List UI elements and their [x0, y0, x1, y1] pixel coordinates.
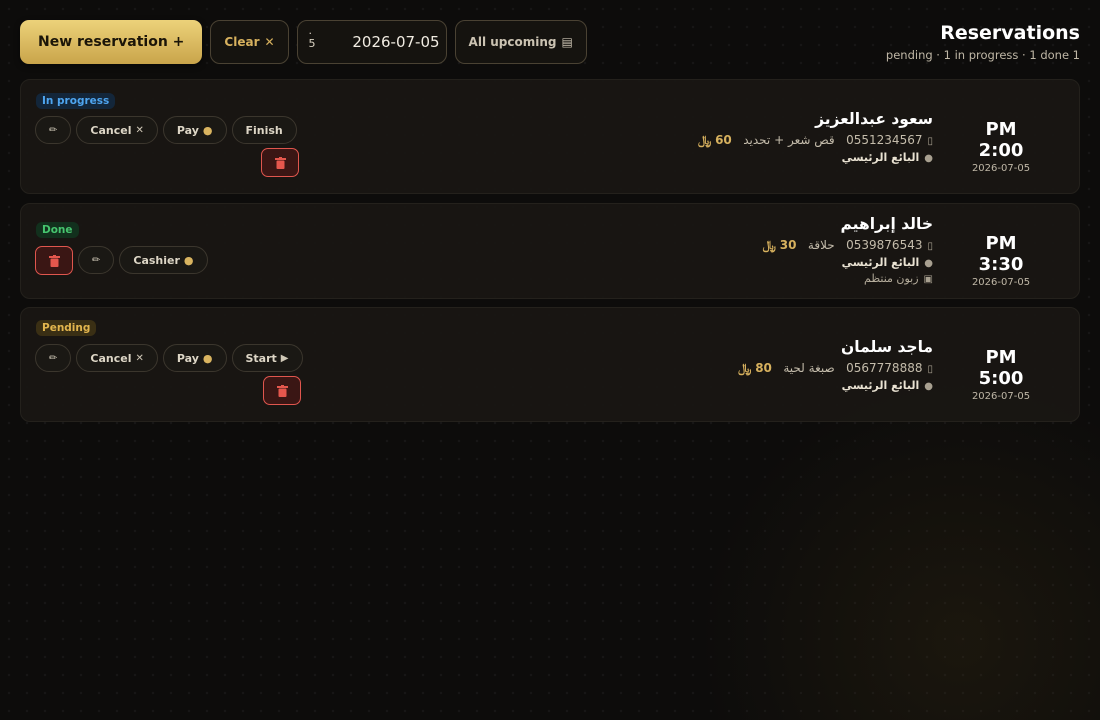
money-bag-icon: ●	[202, 351, 213, 365]
card-actions: ✏ Cashier ●	[78, 246, 208, 274]
trash-icon	[276, 384, 288, 397]
pay-button[interactable]: Pay ●	[162, 344, 227, 372]
price: 80	[755, 361, 772, 375]
new-reservation-label: New reservation +	[38, 34, 185, 50]
start-button[interactable]: Start ▶	[231, 344, 303, 372]
status-badge: In progress	[36, 93, 116, 109]
clear-label: Clear	[224, 35, 260, 49]
customer-name: سعود عبدالعزيز	[815, 110, 933, 128]
time-value: PM 3:30	[978, 233, 1024, 275]
service-name: قص شعر + تحديد	[743, 133, 835, 147]
close-icon: ✕	[264, 35, 275, 49]
customer-name: خالد إبراهيم	[840, 215, 933, 233]
finish-button[interactable]: Finish	[231, 116, 297, 144]
time-value: PM 5:00	[978, 347, 1024, 389]
time-value: PM 2:00	[978, 119, 1024, 161]
calendar-icon: ▤	[561, 35, 573, 49]
customer-name: ماجد سلمان	[841, 338, 933, 356]
card-actions: ✏ Cancel ✕ Pay ● Finish	[35, 116, 297, 144]
reservation-details: ▯ 0539876543 حلاقة 30 ﷼	[763, 238, 933, 253]
time-date: 2026-07-05	[971, 277, 1031, 288]
trash-icon	[48, 254, 60, 267]
date-value: 2026-07-05	[352, 33, 440, 51]
date-input[interactable]: · 5 2026-07-05	[296, 20, 447, 64]
person-icon: ●	[924, 381, 933, 392]
all-upcoming-label: All upcoming	[468, 35, 557, 49]
phone-icon: ▯	[927, 136, 933, 147]
seller: ●البائع الرئيسي	[841, 151, 933, 164]
phone-number: 0539876543	[846, 238, 923, 252]
close-icon: ✕	[135, 124, 144, 136]
customer-note: ▣زبون منتظم	[864, 272, 933, 285]
edit-button[interactable]: ✏	[78, 246, 115, 274]
status-badge: Done	[36, 222, 79, 238]
pay-button[interactable]: Pay ●	[162, 116, 227, 144]
new-reservation-button[interactable]: New reservation +	[20, 20, 203, 64]
delete-button[interactable]	[263, 376, 301, 405]
reservation-card: Done ✏ Cashier ● خالد إبراهيم ▯ 0539876543…	[20, 203, 1080, 299]
customer-info: سعود عبدالعزيز ▯ 0551234567 قص شعر + تحدي…	[698, 110, 933, 164]
close-icon: ✕	[135, 352, 144, 364]
clear-button[interactable]: Clear ✕	[210, 20, 289, 64]
seller: ●البائع الرئيسي	[841, 256, 933, 269]
card-actions: ✏ Cancel ✕ Pay ● Start ▶	[35, 344, 303, 372]
all-upcoming-button[interactable]: All upcoming ▤	[454, 20, 587, 64]
service-name: حلاقة	[807, 238, 835, 252]
toolbar: New reservation + Clear ✕ · 5 2026-07-05…	[20, 20, 587, 64]
cashier-button[interactable]: Cashier ●	[119, 246, 208, 274]
price: 60	[715, 133, 732, 147]
service-name: صبغة لحية	[783, 361, 835, 375]
customer-info: خالد إبراهيم ▯ 0539876543 حلاقة 30 ﷼ ●الب…	[763, 215, 933, 285]
delete-button[interactable]	[261, 148, 299, 177]
reservation-details: ▯ 0567778888 صبغة لحية 80 ﷼	[738, 361, 933, 376]
person-icon: ●	[924, 258, 933, 269]
phone-number: 0567778888	[846, 361, 923, 375]
status-summary: pending · 1 in progress · 1 done 1	[885, 48, 1080, 62]
speech-bubble-icon: ▣	[923, 274, 933, 285]
trash-icon	[274, 156, 286, 169]
seller: ●البائع الرئيسي	[841, 379, 933, 392]
reservation-time: PM 3:30 2026-07-05	[961, 233, 1041, 288]
page-header: Reservations pending · 1 in progress · 1…	[886, 22, 1080, 62]
cancel-button[interactable]: Cancel ✕	[76, 116, 158, 144]
cancel-button[interactable]: Cancel ✕	[76, 344, 158, 372]
money-bag-icon: ●	[202, 123, 213, 137]
edit-button[interactable]: ✏	[35, 116, 72, 144]
currency-icon: ﷼	[697, 133, 712, 147]
reservation-time: PM 5:00 2026-07-05	[961, 347, 1041, 402]
phone-number: 0551234567	[846, 133, 923, 147]
delete-button[interactable]	[35, 246, 73, 275]
pencil-icon: ✏	[92, 254, 101, 266]
phone-icon: ▯	[927, 241, 933, 252]
reservation-details: ▯ 0551234567 قص شعر + تحديد 60 ﷼	[698, 133, 933, 148]
time-date: 2026-07-05	[971, 163, 1031, 174]
status-badge: Pending	[36, 320, 97, 336]
pencil-icon: ✏	[49, 352, 58, 364]
phone-icon: ▯	[927, 364, 933, 375]
play-icon: ▶	[280, 352, 289, 364]
date-prefix: · 5	[308, 27, 316, 50]
time-date: 2026-07-05	[971, 391, 1031, 402]
money-bag-icon: ●	[183, 253, 194, 267]
customer-info: ماجد سلمان ▯ 0567778888 صبغة لحية 80 ﷼ ●ا…	[738, 338, 933, 392]
price: 30	[779, 238, 797, 252]
currency-icon: ﷼	[738, 361, 752, 375]
page-title: Reservations	[940, 22, 1080, 44]
person-icon: ●	[924, 153, 933, 164]
pencil-icon: ✏	[49, 124, 58, 136]
reservation-time: PM 2:00 2026-07-05	[961, 119, 1041, 174]
currency-icon: ﷼	[762, 238, 776, 252]
reservation-card: In progress ✏ Cancel ✕ Pay ● Finish سعود ع…	[20, 79, 1080, 194]
edit-button[interactable]: ✏	[35, 344, 72, 372]
reservation-card: Pending ✏ Cancel ✕ Pay ● Start ▶ ماجد سلمان…	[20, 307, 1080, 422]
